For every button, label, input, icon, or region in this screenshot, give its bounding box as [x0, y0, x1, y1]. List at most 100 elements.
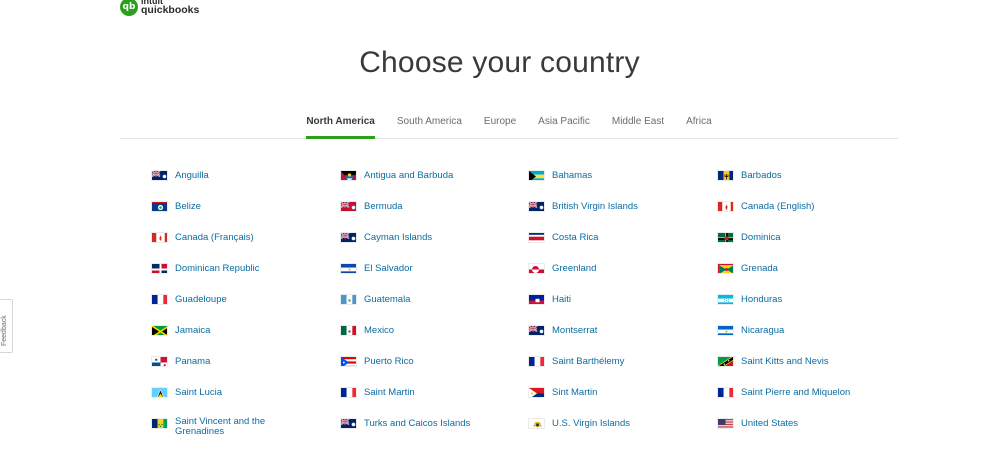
- country-label: Dominica: [741, 231, 781, 243]
- country-label: Guadeloupe: [175, 293, 227, 305]
- country-link-canada-francais[interactable]: Canada (Français): [151, 232, 254, 243]
- country-link-united-states[interactable]: United States: [717, 418, 798, 429]
- country-link-costa-rica[interactable]: Costa Rica: [528, 232, 598, 243]
- uk-ensign-blue-flag-icon: [528, 201, 545, 212]
- country-label: Barbados: [741, 169, 782, 181]
- saint-kitts-flag-icon: [717, 356, 734, 367]
- country-label: Sint Martin: [552, 386, 598, 398]
- puerto-rico-flag-icon: [340, 356, 357, 367]
- greenland-flag-icon: [528, 263, 545, 274]
- country-label: Nicaragua: [741, 324, 785, 336]
- country-label: Haiti: [552, 293, 572, 305]
- country-link-panama[interactable]: Panama: [151, 356, 210, 367]
- country-label: Saint Kitts and Nevis: [741, 355, 829, 367]
- country-label: Panama: [175, 355, 211, 367]
- feedback-label: Feedback: [1, 315, 8, 346]
- country-label: Saint Lucia: [175, 386, 223, 398]
- country-label: United States: [741, 417, 799, 429]
- jamaica-flag-icon: [151, 325, 168, 336]
- country-link-cayman-islands[interactable]: Cayman Islands: [340, 232, 432, 243]
- dominica-flag-icon: [717, 232, 734, 243]
- country-link-dominica[interactable]: Dominica: [717, 232, 781, 243]
- el-salvador-flag-icon: [340, 263, 357, 274]
- bahamas-flag-icon: [528, 170, 545, 181]
- country-link-haiti[interactable]: Haiti: [528, 294, 571, 305]
- country-label: Anguilla: [175, 169, 209, 181]
- country-link-saint-lucia[interactable]: Saint Lucia: [151, 387, 222, 398]
- feedback-tab[interactable]: Feedback: [0, 299, 13, 353]
- country-link-dominican-republic[interactable]: Dominican Republic: [151, 263, 259, 274]
- country-link-guadeloupe[interactable]: Guadeloupe: [151, 294, 227, 305]
- country-link-belize[interactable]: Belize: [151, 201, 201, 212]
- region-tabs: North America South America Europe Asia …: [120, 110, 898, 139]
- country-link-saint-vincent-and-the-grenadines[interactable]: Saint Vincent and the Grenadines: [151, 417, 275, 437]
- country-label: British Virgin Islands: [552, 200, 638, 212]
- country-label: Canada (Français): [175, 231, 254, 243]
- country-link-canada-english[interactable]: Canada (English): [717, 201, 814, 212]
- country-label: Grenada: [741, 262, 778, 274]
- country-link-nicaragua[interactable]: Nicaragua: [717, 325, 784, 336]
- tab-south-america[interactable]: South America: [397, 110, 462, 139]
- country-link-saint-kitts-and-nevis[interactable]: Saint Kitts and Nevis: [717, 356, 829, 367]
- country-label: Antigua and Barbuda: [364, 169, 454, 181]
- france-flag-icon: [717, 387, 734, 398]
- quickbooks-logo[interactable]: qb intuit quickbooks: [120, 0, 199, 16]
- mexico-flag-icon: [340, 325, 357, 336]
- uk-ensign-blue-flag-icon: [340, 418, 357, 429]
- costa-rica-flag-icon: [528, 232, 545, 243]
- saint-vincent-flag-icon: [151, 418, 168, 429]
- country-link-anguilla[interactable]: Anguilla: [151, 170, 209, 181]
- country-label: Saint Martin: [364, 386, 415, 398]
- country-link-barbados[interactable]: Barbados: [717, 170, 782, 181]
- country-link-saint-pierre-and-miquelon[interactable]: Saint Pierre and Miquelon: [717, 387, 850, 398]
- tab-north-america[interactable]: North America: [306, 110, 375, 139]
- country-link-grenada[interactable]: Grenada: [717, 263, 778, 274]
- country-link-turks-and-caicos-islands[interactable]: Turks and Caicos Islands: [340, 418, 470, 429]
- country-link-el-salvador[interactable]: El Salvador: [340, 263, 413, 274]
- country-link-mexico[interactable]: Mexico: [340, 325, 394, 336]
- country-label: Belize: [175, 200, 201, 212]
- country-link-montserrat[interactable]: Montserrat: [528, 325, 597, 336]
- country-link-bermuda[interactable]: Bermuda: [340, 201, 403, 212]
- country-link-jamaica[interactable]: Jamaica: [151, 325, 210, 336]
- country-link-sint-martin[interactable]: Sint Martin: [528, 387, 597, 398]
- country-link-u-s-virgin-islands[interactable]: U.S. Virgin Islands: [528, 418, 630, 429]
- country-label: Cayman Islands: [364, 231, 433, 243]
- page-title: Choose your country: [359, 46, 640, 79]
- usvi-flag-icon: [528, 418, 545, 429]
- brand-line-2: quickbooks: [141, 4, 200, 16]
- country-label: Costa Rica: [552, 231, 599, 243]
- france-flag-icon: [340, 387, 357, 398]
- country-label: Puerto Rico: [364, 355, 414, 367]
- country-label: El Salvador: [364, 262, 413, 274]
- grenada-flag-icon: [717, 263, 734, 274]
- country-link-saint-martin[interactable]: Saint Martin: [340, 387, 415, 398]
- tab-europe[interactable]: Europe: [484, 110, 516, 139]
- uk-ensign-blue-flag-icon: [528, 325, 545, 336]
- country-label: Bahamas: [552, 169, 593, 181]
- tab-middle-east[interactable]: Middle East: [612, 110, 664, 139]
- country-link-honduras[interactable]: Honduras: [717, 294, 782, 305]
- country-label: Bermuda: [364, 200, 403, 212]
- guatemala-flag-icon: [340, 294, 357, 305]
- tab-asia-pacific[interactable]: Asia Pacific: [538, 110, 590, 139]
- tab-africa[interactable]: Africa: [686, 110, 712, 139]
- country-link-puerto-rico[interactable]: Puerto Rico: [340, 356, 414, 367]
- quickbooks-badge-icon: qb: [120, 0, 138, 16]
- country-link-bahamas[interactable]: Bahamas: [528, 170, 592, 181]
- country-link-greenland[interactable]: Greenland: [528, 263, 596, 274]
- country-label: Dominican Republic: [175, 262, 260, 274]
- quickbooks-wordmark: intuit quickbooks: [141, 0, 199, 15]
- uk-ensign-red-flag-icon: [340, 201, 357, 212]
- country-link-guatemala[interactable]: Guatemala: [340, 294, 410, 305]
- canada-flag-icon: [151, 232, 168, 243]
- country-label: Saint Barthélemy: [552, 355, 625, 367]
- country-label: Jamaica: [175, 324, 211, 336]
- country-link-antigua-and-barbuda[interactable]: Antigua and Barbuda: [340, 170, 453, 181]
- country-label: Mexico: [364, 324, 395, 336]
- country-link-saint-barthelemy[interactable]: Saint Barthélemy: [528, 356, 624, 367]
- barbados-flag-icon: [717, 170, 734, 181]
- country-label: Guatemala: [364, 293, 411, 305]
- country-link-british-virgin-islands[interactable]: British Virgin Islands: [528, 201, 638, 212]
- usa-flag-icon: [717, 418, 734, 429]
